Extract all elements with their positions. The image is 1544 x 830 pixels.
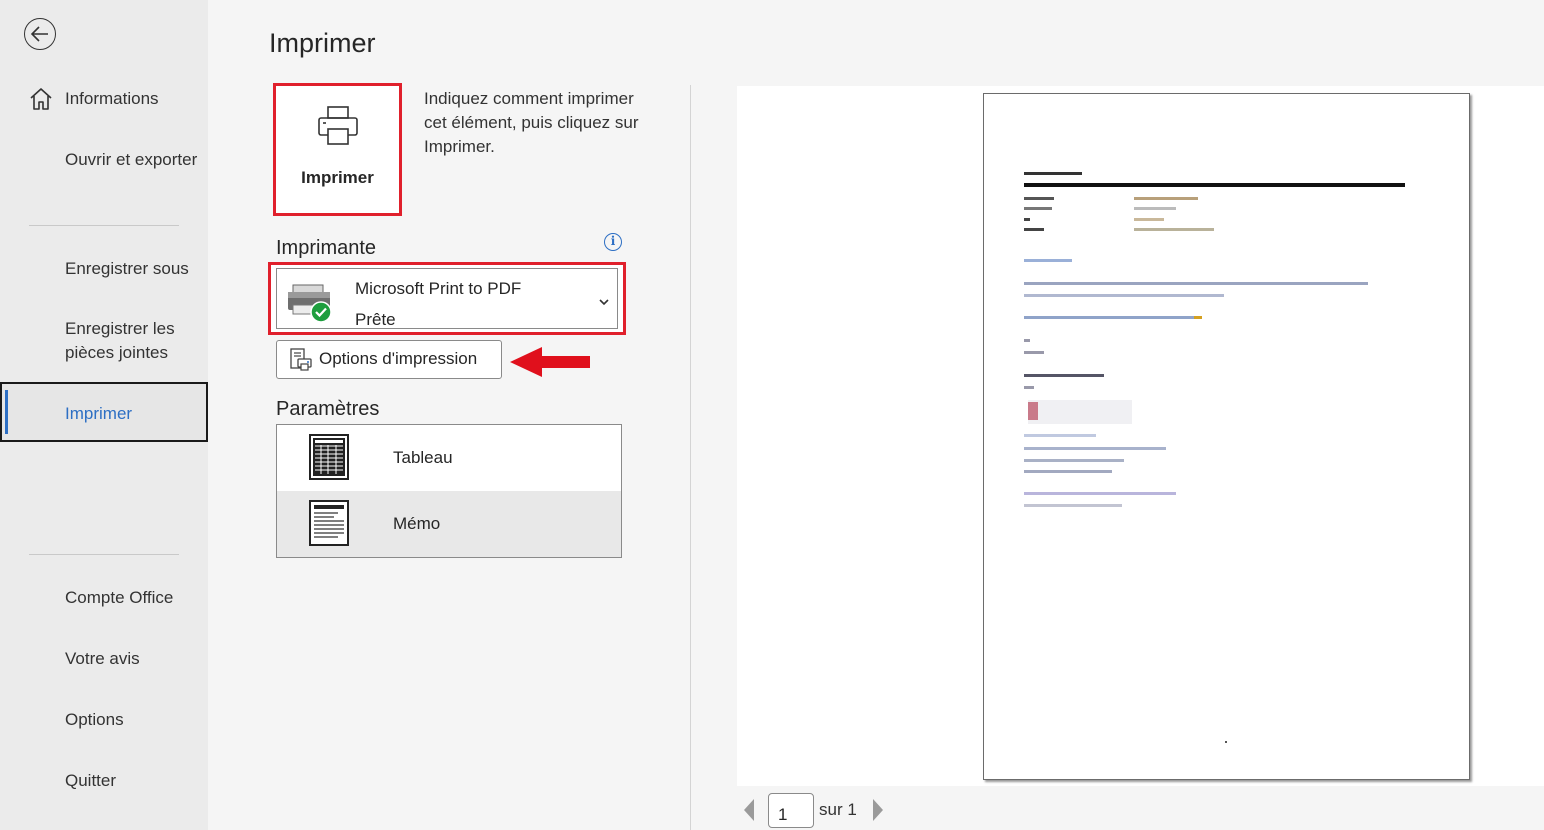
style-item-memo[interactable]: Mémo xyxy=(277,491,621,557)
sidebar-item-print-label[interactable]: Imprimer xyxy=(65,402,205,426)
sidebar-item-options[interactable]: Options xyxy=(65,708,205,732)
sidebar-item-label: Enregistrer les pièces jointes xyxy=(65,319,175,362)
backstage-sidebar: Informations Ouvrir et exporter Enregist… xyxy=(0,0,208,830)
print-button-label: Imprimer xyxy=(301,168,374,187)
preview-page[interactable] xyxy=(983,93,1470,780)
printer-dropdown-frame: Microsoft Print to PDF Prête xyxy=(276,268,618,329)
print-options-icon xyxy=(290,348,312,371)
printer-section-title: Imprimante xyxy=(276,237,377,259)
sidebar-separator xyxy=(29,225,179,226)
red-arrow-annotation xyxy=(510,347,590,377)
chevron-down-icon xyxy=(599,293,609,309)
style-item-label: Tableau xyxy=(393,448,453,467)
sidebar-item-informations[interactable]: Informations xyxy=(65,87,205,111)
sidebar-item-office-account[interactable]: Compte Office xyxy=(65,586,205,610)
sidebar-item-label: Enregistrer sous xyxy=(65,259,189,278)
printer-name: Microsoft Print to PDF xyxy=(355,279,522,298)
sidebar-item-save-as[interactable]: Enregistrer sous xyxy=(65,257,205,281)
selection-indicator xyxy=(5,390,8,434)
next-page-button[interactable] xyxy=(871,798,885,822)
previous-page-button[interactable] xyxy=(742,798,756,822)
panel-divider xyxy=(690,85,691,830)
print-button[interactable]: Imprimer xyxy=(273,83,402,216)
info-icon[interactable]: i xyxy=(604,233,622,251)
sidebar-item-open-export[interactable]: Ouvrir et exporter xyxy=(65,148,205,172)
printer-dropdown[interactable]: Microsoft Print to PDF Prête xyxy=(268,262,626,335)
sidebar-item-label: Informations xyxy=(65,89,159,108)
page-total-label: sur 1 xyxy=(819,800,857,819)
page-number-input[interactable] xyxy=(768,793,814,828)
print-style-list: Tableau Mémo xyxy=(276,424,622,558)
print-options-label: Options d'impression xyxy=(319,349,478,368)
sidebar-item-quit[interactable]: Quitter xyxy=(65,769,205,793)
sidebar-item-label: Votre avis xyxy=(65,649,140,668)
style-item-label: Mémo xyxy=(393,514,441,533)
printer-ready-icon xyxy=(288,284,332,323)
sidebar-separator xyxy=(29,554,179,555)
style-item-table[interactable]: Tableau xyxy=(277,425,621,491)
sidebar-item-label: Compte Office xyxy=(65,588,174,607)
table-style-icon xyxy=(309,434,349,480)
page-title: Imprimer xyxy=(269,28,376,58)
back-arrow-icon xyxy=(31,26,48,42)
sidebar-item-label: Quitter xyxy=(65,771,117,790)
print-options-button[interactable]: Options d'impression xyxy=(276,340,502,379)
sidebar-item-label: Options xyxy=(65,710,124,729)
back-button[interactable] xyxy=(24,18,56,50)
sidebar-item-label: Ouvrir et exporter xyxy=(65,150,198,169)
sidebar-item-save-attachments[interactable]: Enregistrer les pièces jointes xyxy=(65,317,205,365)
printer-status: Prête xyxy=(355,310,396,329)
sidebar-item-feedback[interactable]: Votre avis xyxy=(65,647,205,671)
settings-section-title: Paramètres xyxy=(276,398,380,420)
printer-icon xyxy=(318,106,358,145)
print-description: Indiquez comment imprimer cet élément, p… xyxy=(424,89,639,156)
home-icon xyxy=(30,88,52,110)
memo-style-icon xyxy=(309,500,349,546)
